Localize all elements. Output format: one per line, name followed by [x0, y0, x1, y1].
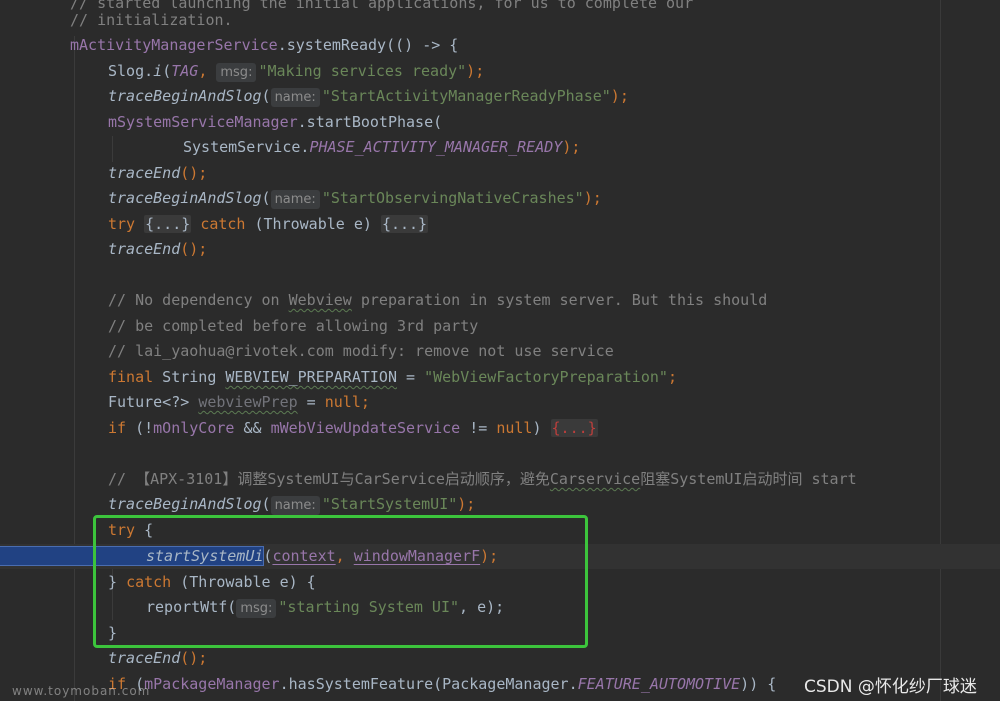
site-watermark: www.toymoban.com	[12, 684, 151, 698]
code-line[interactable]: Future<?> webviewPrep = null;	[0, 390, 1000, 415]
highlight-annotation-box	[93, 515, 588, 648]
folded-code-block[interactable]: {...}	[144, 215, 192, 233]
folded-code-block[interactable]: {...}	[380, 215, 429, 233]
code-line[interactable]: if (!mOnlyCore && mWebViewUpdateService …	[0, 416, 1000, 441]
code-line[interactable]: mActivityManagerService.systemReady(() -…	[0, 33, 1000, 58]
code-line[interactable]: traceBeginAndSlog(name: "StartObservingNa…	[0, 186, 1000, 211]
code-line[interactable]: // be completed before allowing 3rd part…	[0, 314, 1000, 339]
code-line[interactable]: try {...} catch (Throwable e) {...}	[0, 212, 1000, 237]
parameter-hint: msg:	[216, 63, 257, 82]
code-line[interactable]: traceEnd();	[0, 237, 1000, 262]
code-line[interactable]: // lai_yaohua@rivotek.com modify: remove…	[0, 339, 1000, 364]
code-line[interactable]: traceEnd();	[0, 646, 1000, 671]
parameter-hint: name:	[270, 88, 320, 107]
code-line[interactable]: // No dependency on Webview preparation …	[0, 288, 1000, 313]
code-line[interactable]: SystemService.PHASE_ACTIVITY_MANAGER_REA…	[0, 135, 1000, 160]
parameter-hint: name:	[270, 190, 320, 209]
author-watermark: CSDN @怀化纱厂球迷	[804, 677, 977, 697]
code-line[interactable]: traceBeginAndSlog(name: "StartSystemUI");	[0, 492, 1000, 517]
parameter-hint: name:	[270, 496, 320, 515]
code-line[interactable]: mSystemServiceManager.startBootPhase(	[0, 110, 1000, 135]
code-editor[interactable]: // started launching the initial applica…	[0, 0, 1000, 701]
code-line[interactable]: traceBeginAndSlog(name: "StartActivityMan…	[0, 84, 1000, 109]
code-line[interactable]: Slog.i(TAG, msg: "Making services ready")…	[0, 59, 1000, 84]
code-line[interactable]: // initialization.	[0, 8, 1000, 33]
code-line[interactable]: traceEnd();	[0, 161, 1000, 186]
code-line[interactable]: // 【APX-3101】调整SystemUI与CarService启动顺序，避…	[0, 467, 1000, 492]
folded-code-block[interactable]: {...}	[550, 419, 598, 437]
code-line[interactable]: final String WEBVIEW_PREPARATION = "WebV…	[0, 365, 1000, 390]
